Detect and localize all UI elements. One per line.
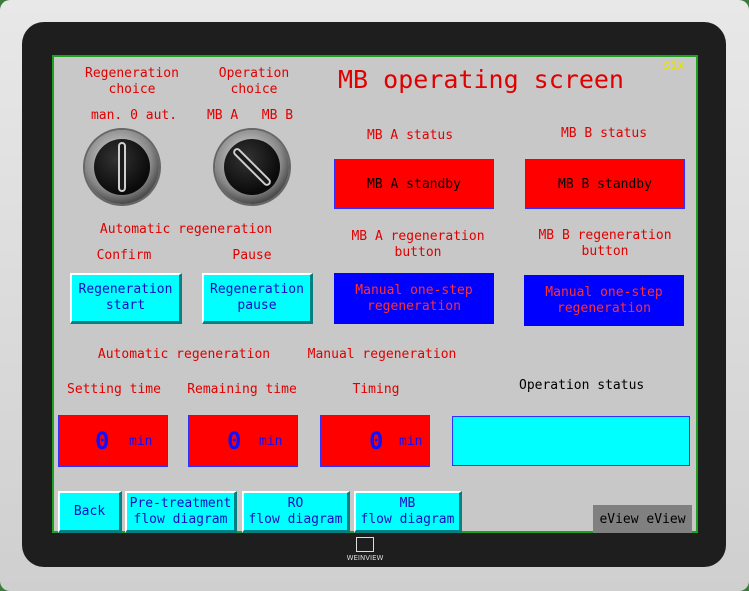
mb-b-status-label: MB B status [560,126,648,141]
mb-b-status-value: MB B standby [525,159,685,209]
hmi-screen: MB operating screen six Regeneration cho… [52,55,698,533]
regeneration-positions-label: man. 0 aut. [90,108,178,123]
operation-status-label: Operation status [519,378,645,393]
setting-time-value: 0 [95,427,110,455]
mb-b-regen-label: MB B regeneration button [538,228,672,259]
manual-regen-label: Manual regeneration [307,347,457,362]
remaining-time-value: 0 [227,427,242,455]
regeneration-choice-label: Regeneration choice [85,66,179,97]
brand-label: WEINVIEW [346,554,384,562]
mb-a-regen-label: MB A regeneration button [351,229,485,260]
confirm-label: Confirm [96,248,152,263]
mb-b-manual-regen-button[interactable]: Manual one-step regeneration [524,275,684,326]
remaining-time-display: 0 min [188,415,298,467]
corner-tag: six [663,58,685,72]
mb-a-manual-regen-button[interactable]: Manual one-step regeneration [334,273,494,324]
regeneration-pause-button[interactable]: Regeneration pause [202,273,313,324]
timing-unit: min [399,434,423,449]
timing-display: 0 min [320,415,430,467]
regeneration-start-button[interactable]: Regeneration start [70,273,182,324]
back-button[interactable]: Back [58,491,122,533]
operation-selector-knob[interactable] [215,130,289,204]
eview-badge: eView eView [593,505,692,533]
operation-status-display [452,416,690,466]
setting-time-label: Setting time [67,382,161,397]
mb-flow-button[interactable]: MB flow diagram [354,491,462,533]
operation-positions-label: MB A MB B [206,108,294,123]
timing-label: Timing [352,382,400,397]
mb-a-status-value: MB A standby [334,159,494,209]
weinview-logo-icon [356,537,374,552]
setting-time-display[interactable]: 0 min [58,415,168,467]
timing-value: 0 [369,427,384,455]
ro-flow-button[interactable]: RO flow diagram [242,491,350,533]
pause-label: Pause [232,248,272,263]
setting-time-unit: min [129,434,153,449]
remaining-time-label: Remaining time [187,382,297,397]
brand-logo: WEINVIEW [345,537,385,562]
page-title: MB operating screen [338,65,624,94]
auto-regen-label: Automatic regeneration [97,347,271,362]
regeneration-selector-knob[interactable] [85,130,159,204]
knob-pointer [118,142,126,192]
auto-regen-header: Automatic regeneration [99,222,273,237]
mb-a-status-label: MB A status [366,128,454,143]
operation-choice-label: Operation choice [218,66,290,97]
remaining-time-unit: min [259,434,283,449]
pretreatment-flow-button[interactable]: Pre-treatment flow diagram [125,491,237,533]
